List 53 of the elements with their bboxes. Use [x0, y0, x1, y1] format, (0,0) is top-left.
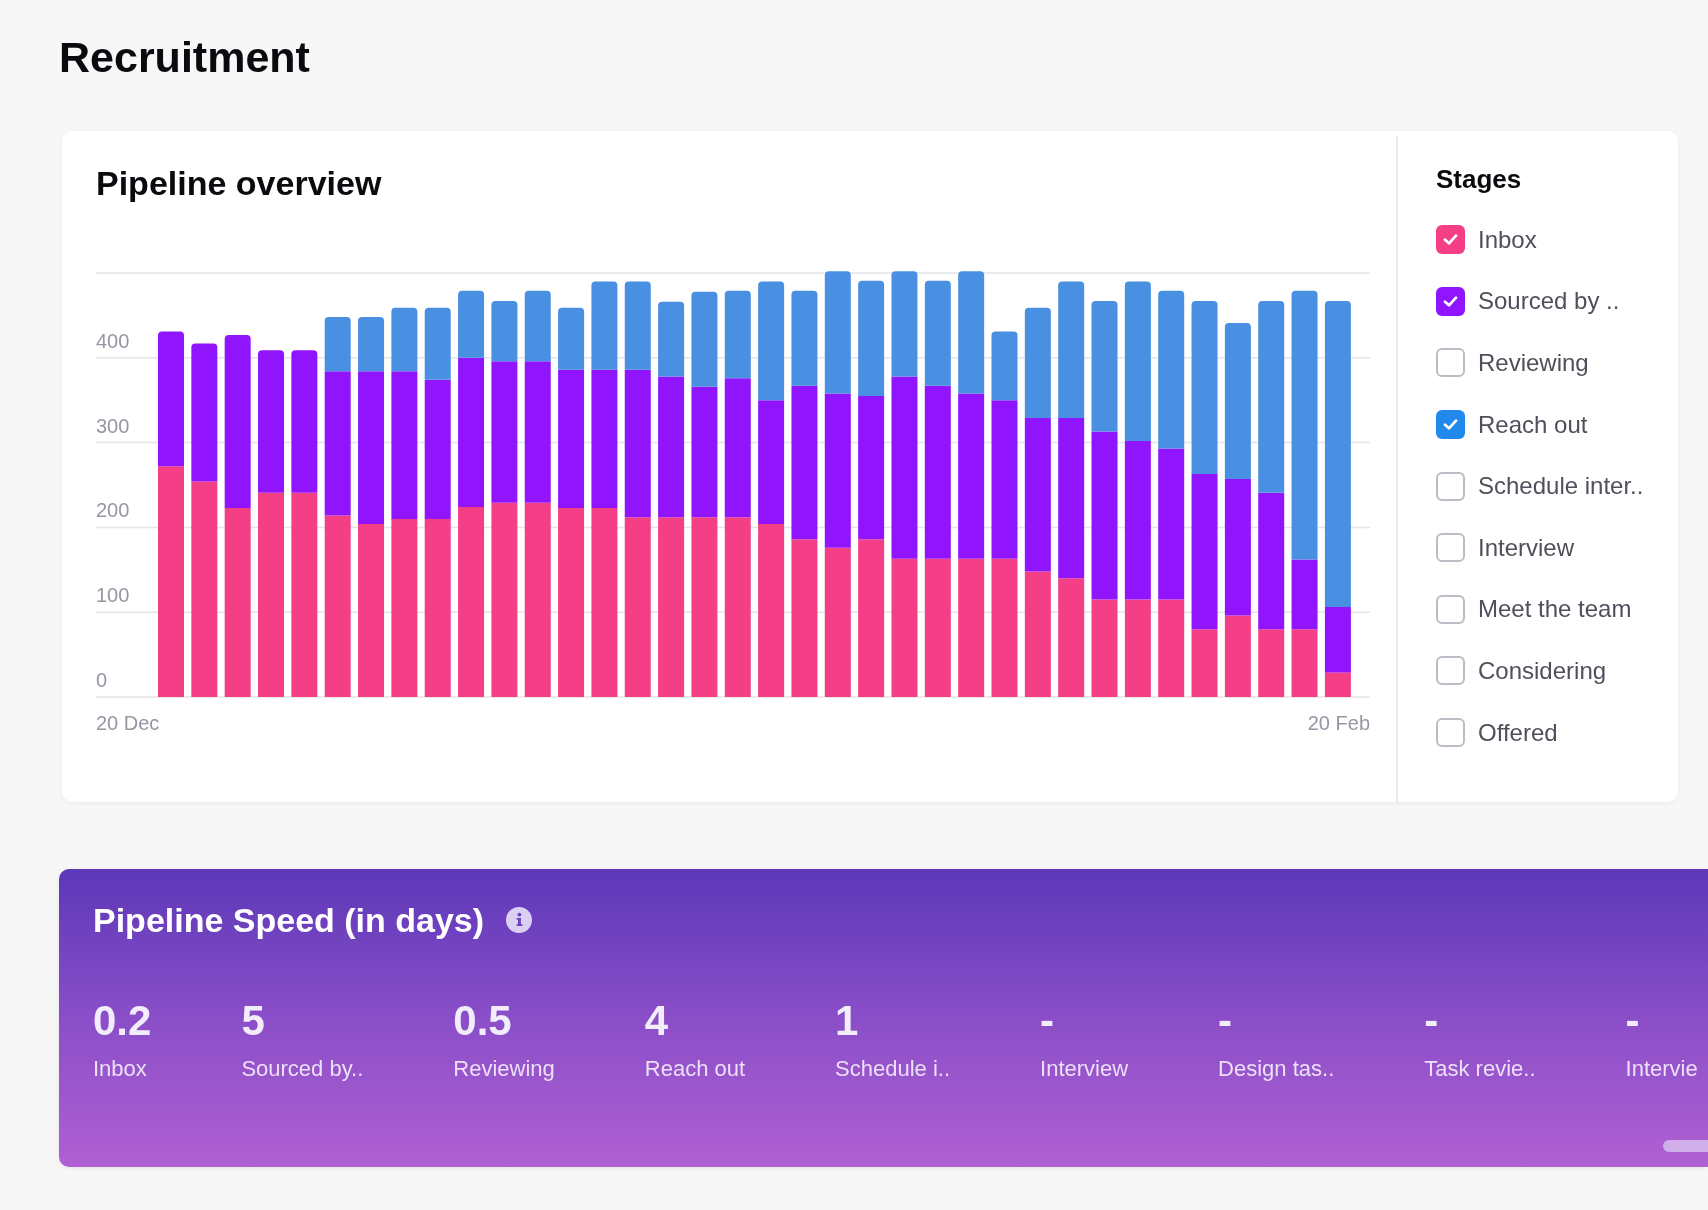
stage-label: Interview: [1478, 533, 1575, 562]
stat-label: Design tas..: [1218, 1055, 1335, 1083]
chart-title: Pipeline overview: [96, 163, 382, 203]
stat-value: 0.5: [453, 996, 513, 1046]
stage-label: Reviewing: [1478, 349, 1589, 377]
stat-value: 5: [241, 996, 266, 1046]
axis-label: 0: [96, 669, 108, 691]
stat-value: -: [1424, 996, 1440, 1046]
stat-value: 0.2: [93, 996, 152, 1046]
checkmark-icon: [1443, 295, 1458, 307]
checkbox[interactable]: [1436, 410, 1465, 440]
checkbox[interactable]: [1436, 348, 1465, 378]
stat-label: Inbox: [93, 1055, 148, 1083]
stat-label: Reach out: [644, 1055, 746, 1083]
axis-label: 100: [96, 584, 130, 607]
stage-label: Offered: [1478, 718, 1558, 747]
axis-label: 300: [96, 414, 130, 437]
checkbox[interactable]: [1436, 718, 1465, 748]
stat-label: Task revie..: [1424, 1055, 1536, 1083]
stage-label: Schedule inter..: [1478, 472, 1644, 501]
stat-value: 4: [644, 996, 670, 1046]
checkbox[interactable]: [1436, 594, 1465, 624]
axis-label: 20 Dec: [96, 712, 160, 734]
stage-label: Reach out: [1478, 410, 1588, 439]
stage-label: Meet the team: [1478, 595, 1632, 624]
stat-value: -: [1218, 996, 1234, 1046]
stat-label: Intervie: [1625, 1055, 1698, 1083]
axis-label: 20 Feb: [1307, 712, 1370, 734]
stat-value: -: [1625, 996, 1641, 1046]
checkbox[interactable]: [1436, 286, 1465, 316]
stage-label: Sourced by ..: [1478, 287, 1620, 316]
checkmark-icon: [1443, 234, 1458, 246]
stage-label: Inbox: [1478, 225, 1537, 254]
stat-value: 1: [835, 996, 860, 1046]
stage-label: Considering: [1478, 656, 1607, 685]
stat-label: Reviewing: [453, 1055, 555, 1083]
axis-label: 200: [96, 499, 130, 522]
stat-label: Interview: [1040, 1055, 1129, 1083]
legend-title: Stages: [1436, 163, 1522, 195]
chart-bar: [1291, 629, 1318, 697]
page-title: Recruitment: [59, 32, 310, 82]
stat-value: -: [1040, 996, 1056, 1046]
panel-title: Pipeline Speed (in days): [93, 900, 485, 940]
checkbox[interactable]: [1436, 533, 1465, 563]
checkbox[interactable]: [1436, 225, 1465, 255]
stat-label: Schedule i..: [835, 1055, 951, 1083]
stat-label: Sourced by..: [241, 1055, 364, 1083]
info-icon[interactable]: [506, 907, 533, 933]
checkbox[interactable]: [1436, 471, 1465, 501]
scrollbar-thumb[interactable]: [1663, 1140, 1708, 1152]
axis-label: 400: [96, 329, 130, 352]
checkmark-icon: [1443, 419, 1458, 431]
checkbox[interactable]: [1436, 656, 1465, 686]
